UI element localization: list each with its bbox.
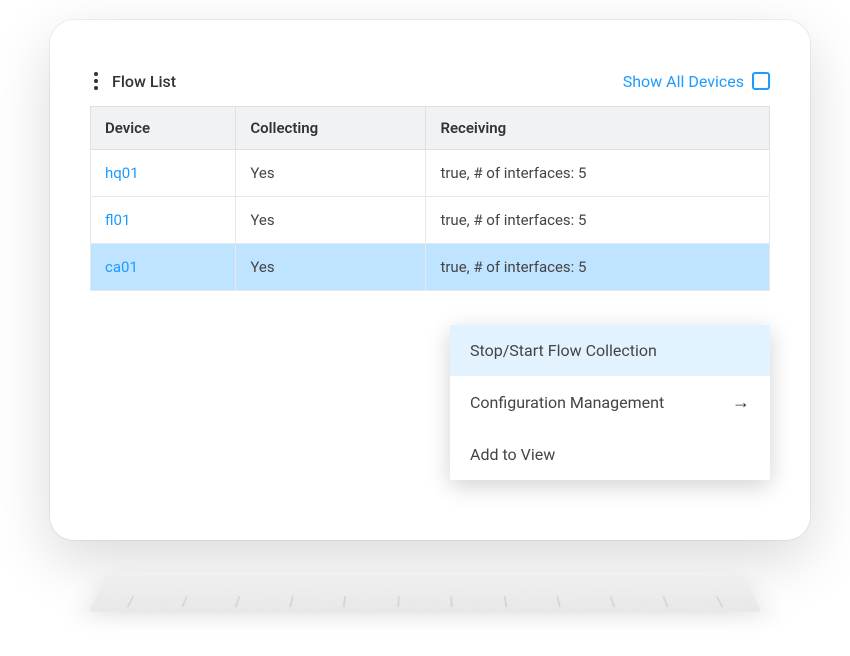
menu-item-label: Add to View [470, 445, 555, 464]
col-header-device[interactable]: Device [91, 107, 236, 150]
cell-device: ca01 [91, 244, 236, 291]
context-menu-item[interactable]: Configuration Management → [450, 376, 770, 429]
device-link[interactable]: hq01 [105, 164, 139, 182]
context-menu-item[interactable]: Add to View [450, 429, 770, 480]
col-header-collecting[interactable]: Collecting [236, 107, 426, 150]
table-row[interactable]: ca01 Yestrue, # of interfaces: 5 [91, 244, 770, 291]
panel-title-wrap: Flow List [90, 68, 176, 94]
device-link[interactable]: ca01 [105, 258, 138, 276]
cell-collecting: Yes [236, 197, 426, 244]
cell-collecting: Yes [236, 150, 426, 197]
context-menu: Stop/Start Flow Collection Configuration … [450, 325, 770, 480]
cell-collecting: Yes [236, 244, 426, 291]
cell-receiving: true, # of interfaces: 5 [426, 150, 770, 197]
keyboard-mockup [88, 572, 762, 612]
device-link[interactable]: fl01 [105, 211, 130, 229]
col-header-receiving[interactable]: Receiving [426, 107, 770, 150]
cell-receiving: true, # of interfaces: 5 [426, 197, 770, 244]
menu-item-label: Configuration Management [470, 393, 664, 412]
cell-device: hq01 [91, 150, 236, 197]
cell-device: fl01 [91, 197, 236, 244]
show-all-label: Show All Devices [623, 72, 744, 91]
arrow-right-icon: → [732, 392, 750, 413]
panel-title: Flow List [112, 72, 176, 91]
flow-list-table: Device Collecting Receiving hq01 Yestrue,… [90, 106, 770, 291]
show-all-checkbox[interactable] [752, 72, 770, 90]
table-row[interactable]: fl01 Yestrue, # of interfaces: 5 [91, 197, 770, 244]
table-header-row: Device Collecting Receiving [91, 107, 770, 150]
context-menu-item[interactable]: Stop/Start Flow Collection [450, 325, 770, 376]
show-all-devices-toggle[interactable]: Show All Devices [623, 72, 770, 91]
device-mockup-frame: Flow List Show All Devices Device Collec… [50, 20, 810, 540]
more-vertical-icon[interactable] [90, 68, 102, 94]
table-row[interactable]: hq01 Yestrue, # of interfaces: 5 [91, 150, 770, 197]
panel-header: Flow List Show All Devices [90, 60, 770, 106]
cell-receiving: true, # of interfaces: 5 [426, 244, 770, 291]
menu-item-label: Stop/Start Flow Collection [470, 341, 657, 360]
